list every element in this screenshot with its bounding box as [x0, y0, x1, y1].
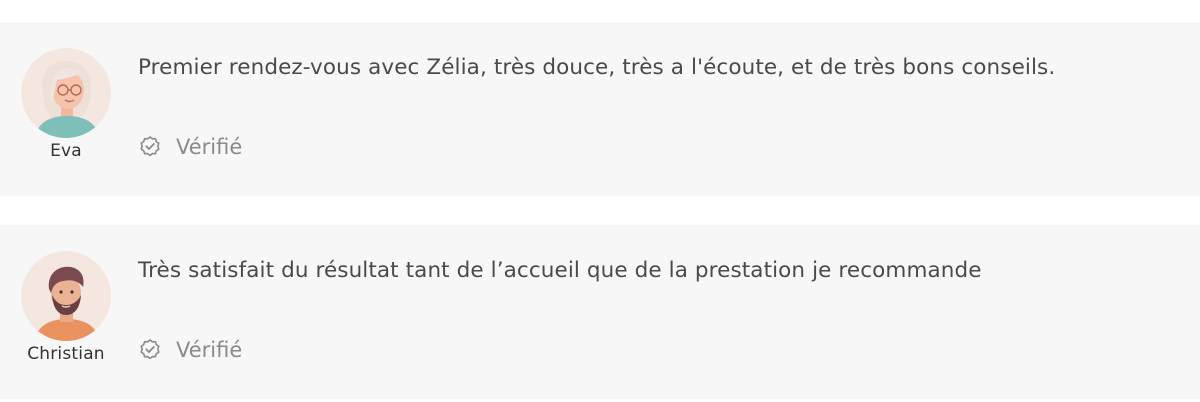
- verified-label: Vérifié: [176, 135, 243, 159]
- bearded-man-avatar-icon: [21, 251, 111, 341]
- verified-badge: Vérifié: [138, 338, 242, 362]
- author-block: Eva: [18, 48, 114, 161]
- reviews-list: Eva Premier rendez-vous avec Zélia, très…: [0, 0, 1200, 402]
- verified-badge: Vérifié: [138, 135, 242, 159]
- review-text: Très satisfait du résultat tant de l’acc…: [138, 258, 982, 283]
- verified-check-icon: [138, 135, 162, 159]
- woman-avatar-icon: [21, 48, 111, 138]
- review-card: Christian Très satisfait du résultat tan…: [0, 225, 1200, 399]
- author-name: Eva: [50, 141, 82, 161]
- review-card: Eva Premier rendez-vous avec Zélia, très…: [0, 22, 1200, 196]
- author-name: Christian: [27, 344, 105, 364]
- verified-label: Vérifié: [176, 338, 243, 362]
- verified-check-icon: [138, 338, 162, 362]
- review-text: Premier rendez-vous avec Zélia, très dou…: [138, 55, 1056, 80]
- author-block: Christian: [18, 251, 114, 364]
